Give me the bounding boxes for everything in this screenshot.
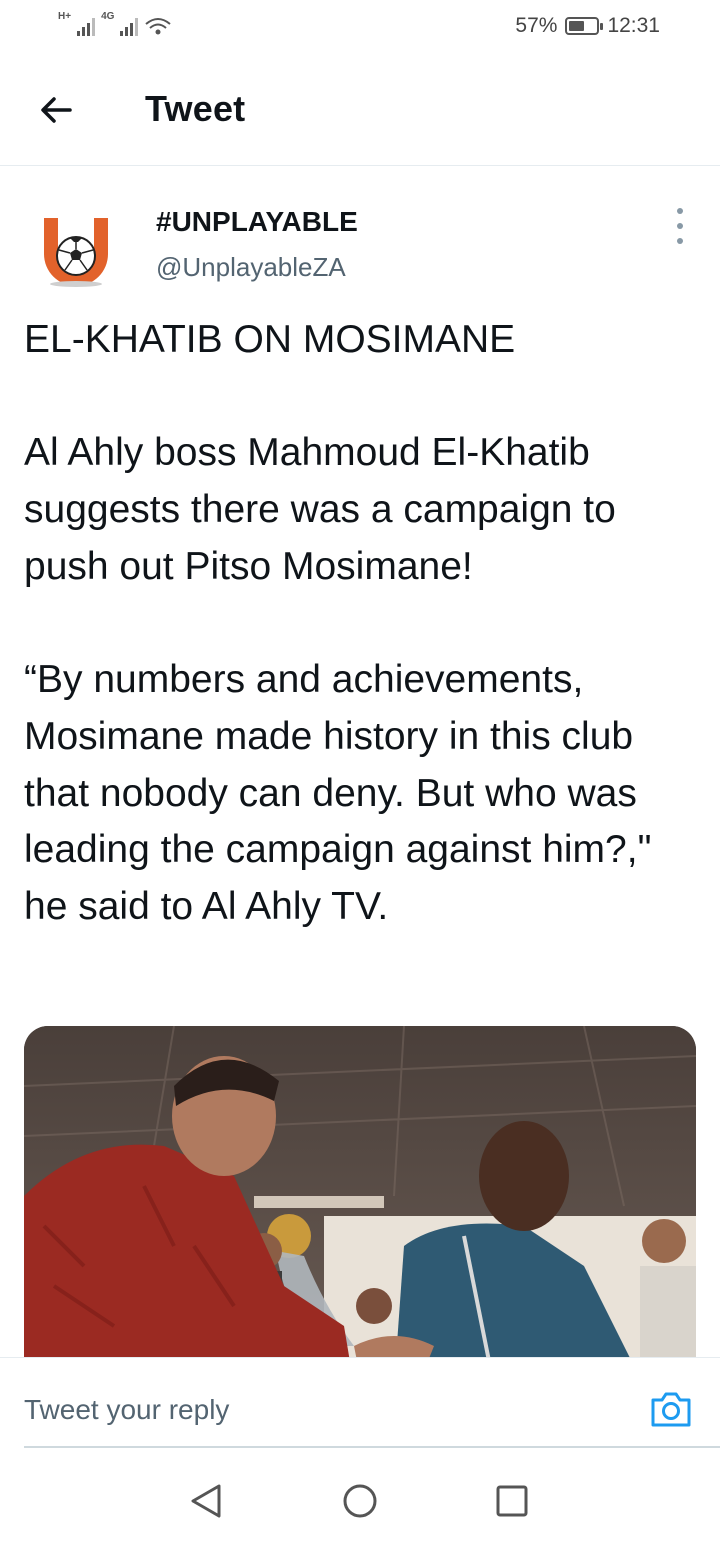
camera-button[interactable] xyxy=(650,1388,692,1430)
back-button[interactable] xyxy=(34,88,78,132)
user-handle[interactable]: @UnplayableZA xyxy=(156,252,346,283)
more-vertical-icon-dot xyxy=(677,223,683,229)
page-title: Tweet xyxy=(145,88,246,129)
triangle-back-icon xyxy=(191,1484,221,1518)
tweet-text: EL-KHATIB ON MOSIMANE Al Ahly boss Mahmo… xyxy=(24,318,652,929)
status-bar: H+ 4G 57% 12:31 xyxy=(0,0,720,56)
camera-icon xyxy=(651,1392,691,1427)
network-type-2: 4G xyxy=(101,11,115,22)
square-recents-icon xyxy=(496,1485,528,1517)
tweet-photo[interactable] xyxy=(24,1026,696,1386)
reply-input[interactable]: Tweet your reply xyxy=(24,1394,229,1426)
network-type-1: H+ xyxy=(58,11,72,22)
wifi-icon xyxy=(145,18,172,35)
system-nav-bar xyxy=(0,1453,720,1541)
tweet-author: #UNPLAYABLE @UnplayableZA xyxy=(24,200,696,290)
nav-recents-button[interactable] xyxy=(492,1481,532,1521)
nav-back-button[interactable] xyxy=(186,1481,226,1521)
battery-percent: 57% xyxy=(515,14,558,37)
unplayable-logo-icon xyxy=(44,218,108,287)
more-options-button[interactable] xyxy=(668,208,692,244)
more-vertical-icon-dot xyxy=(677,238,683,244)
battery-fill xyxy=(569,21,585,31)
photo-illustration xyxy=(24,1026,696,1386)
status-right: 57% 12:31 xyxy=(515,14,660,38)
arrow-left-icon xyxy=(41,97,72,123)
signal-strength-icon xyxy=(120,12,139,36)
circle-home-icon xyxy=(343,1484,377,1518)
reply-divider xyxy=(24,1446,720,1448)
avatar[interactable] xyxy=(40,208,112,288)
signal-strength-icon xyxy=(77,12,96,36)
clock: 12:31 xyxy=(607,14,660,37)
reply-composer: Tweet your reply xyxy=(0,1357,720,1453)
network-indicators: H+ 4G xyxy=(58,12,172,36)
more-vertical-icon xyxy=(677,208,683,214)
top-app-bar: Tweet xyxy=(0,56,720,166)
display-name[interactable]: #UNPLAYABLE xyxy=(156,206,358,238)
nav-home-button[interactable] xyxy=(340,1481,380,1521)
battery-icon xyxy=(565,17,604,35)
